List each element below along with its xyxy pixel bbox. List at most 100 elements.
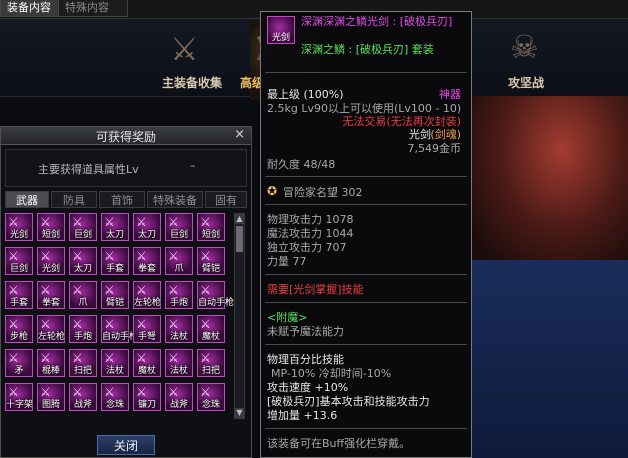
item-slot[interactable]: ⚔ 念珠 [197, 383, 225, 411]
weapon-icon: ⚔ [40, 249, 51, 263]
tab-armor[interactable]: 防具 [51, 191, 97, 208]
item-slot[interactable]: ⚔ 左轮枪 [37, 315, 65, 343]
item-slot[interactable]: ⚔ 十字架 [5, 383, 33, 411]
item-slot[interactable]: ⚔ 手套 [101, 247, 129, 275]
item-slot[interactable]: ⚔ 拳套 [37, 281, 65, 309]
tab-equipment-content[interactable]: 装备内容 [0, 0, 60, 17]
item-slot[interactable]: ⚔ 太刀 [69, 247, 97, 275]
item-slot[interactable]: ⚔ 扫把 [197, 349, 225, 377]
item-slot[interactable]: ⚔ 矛 [5, 349, 33, 377]
item-weight-level: 2.5kg Lv90以上可以使用(Lv100 - 10) [267, 102, 462, 115]
item-slot[interactable]: ⚔ 念珠 [101, 383, 129, 411]
weapon-icon: ⚔ [40, 215, 51, 229]
tab-special-content[interactable]: 特殊内容 [58, 0, 128, 17]
item-slot-label: 念珠 [201, 400, 220, 410]
crossed-swords-icon[interactable]: ⚔ [170, 30, 199, 68]
item-slot[interactable]: ⚔ 自动手枪 [101, 315, 138, 343]
item-slot-label: 手套 [9, 298, 28, 308]
weapon-icon: ⚔ [104, 283, 115, 297]
weapon-icon: ⚔ [104, 385, 115, 399]
item-durability: 耐久度 48/48 [267, 158, 336, 171]
weapon-icon: ⚔ [136, 317, 147, 331]
weapon-icon: ⚔ [200, 385, 211, 399]
item-slot[interactable]: ⚔ 战斧 [165, 383, 193, 411]
item-slot-label: 镰刀 [137, 400, 156, 410]
divider [265, 302, 467, 303]
item-slot[interactable]: ⚔ 棍棒 [37, 349, 65, 377]
item-slot[interactable]: ⚔ 爪 [69, 281, 97, 309]
weapon-icon: ⚔ [72, 249, 83, 263]
menu-siege[interactable]: 攻坚战 [508, 74, 544, 91]
skill-line-2: MP-10% 冷却时间-10% [271, 367, 392, 380]
item-type: 光剑 [409, 128, 431, 141]
item-slot[interactable]: ⚔ 手炮 [165, 281, 193, 309]
weapon-icon: ⚔ [8, 215, 19, 229]
item-slot[interactable]: ⚔ 手炮 [69, 315, 97, 343]
scroll-down-icon[interactable]: ▼ [235, 408, 244, 418]
item-slot[interactable]: ⚔ 法杖 [165, 349, 193, 377]
enchant-value: 未赋予魔法能力 [267, 325, 344, 338]
divider [265, 176, 467, 177]
grid-scrollbar[interactable]: ▲ ▼ [234, 213, 245, 419]
weapon-icon: ⚔ [40, 283, 51, 297]
scroll-thumb[interactable] [236, 226, 243, 252]
item-slot[interactable]: ⚔ 魔杖 [133, 349, 161, 377]
item-slot[interactable]: ⚔ 光剑 [5, 213, 33, 241]
tab-weapon[interactable]: 武器 [5, 191, 49, 208]
weapon-icon: ⚔ [168, 351, 179, 365]
item-slot[interactable]: ⚔ 爪 [165, 247, 193, 275]
item-slot[interactable]: ⚔ 扫把 [69, 349, 97, 377]
item-slot[interactable]: ⚔ 手套 [5, 281, 33, 309]
weapon-icon: ⚔ [8, 249, 19, 263]
item-slot[interactable]: ⚔ 臂铠 [197, 247, 225, 275]
item-slot-label: 巨剑 [169, 230, 188, 240]
item-slot[interactable]: ⚔ 左轮枪 [133, 281, 161, 309]
item-slot[interactable]: ⚔ 镰刀 [133, 383, 161, 411]
item-fame: 冒险家名望 302 [283, 186, 363, 199]
weapon-icon: ⚔ [72, 385, 83, 399]
item-slot[interactable]: ⚔ 魔杖 [197, 315, 225, 343]
item-slot[interactable]: ⚔ 手弩 [133, 315, 161, 343]
close-button[interactable]: 关闭 [97, 435, 155, 455]
weapon-icon: ⚔ [200, 215, 211, 229]
item-slot-label: 扫把 [201, 366, 220, 376]
item-slot[interactable]: ⚔ 战斧 [69, 383, 97, 411]
item-slot[interactable]: ⚔ 法杖 [101, 349, 129, 377]
tab-special-equipment[interactable]: 特殊装备 [147, 191, 203, 208]
demon-skull-icon[interactable]: ☠ [510, 28, 539, 66]
menu-main-equipment[interactable]: 主装备收集 [162, 74, 222, 91]
item-slot[interactable]: ⚔ 自动手枪 [197, 281, 234, 309]
tab-unique[interactable]: 固有 [205, 191, 247, 208]
enchant-title: <附魔> [267, 311, 308, 324]
scroll-up-icon[interactable]: ▲ [235, 214, 244, 224]
divider [265, 344, 467, 345]
window-title: 可获得奖励 [95, 130, 156, 144]
weapon-icon: ⚔ [8, 385, 19, 399]
item-slot[interactable]: ⚔ 步枪 [5, 315, 33, 343]
item-slot[interactable]: ⚔ 臂铠 [101, 281, 129, 309]
item-slot[interactable]: ⚔ 图腾 [37, 383, 65, 411]
tab-accessory[interactable]: 首饰 [99, 191, 145, 208]
item-slot-label: 光剑 [41, 264, 60, 274]
stat-independent-attack: 独立攻击力 707 [267, 241, 347, 254]
item-slot[interactable]: ⚔ 巨剑 [69, 213, 97, 241]
item-slot[interactable]: ⚔ 巨剑 [165, 213, 193, 241]
item-slot[interactable]: ⚔ 太刀 [101, 213, 129, 241]
item-slot[interactable]: ⚔ 光剑 [37, 247, 65, 275]
item-slot[interactable]: ⚔ 太刀 [133, 213, 161, 241]
item-slot-label: 法杖 [169, 366, 188, 376]
skill-line-1: 物理百分比技能 [267, 353, 344, 366]
divider [265, 428, 467, 429]
item-slot[interactable]: ⚔ 短剑 [197, 213, 225, 241]
close-icon[interactable]: × [234, 127, 245, 142]
item-slot-label: 魔杖 [137, 366, 156, 376]
item-slot[interactable]: ⚔ 短剑 [37, 213, 65, 241]
item-slot[interactable]: ⚔ 法杖 [165, 315, 193, 343]
item-slot[interactable]: ⚔ 巨剑 [5, 247, 33, 275]
weapon-icon: ⚔ [200, 283, 211, 297]
item-slot[interactable]: ⚔ 拳套 [133, 247, 161, 275]
item-slot-label: 法杖 [105, 366, 124, 376]
window-titlebar[interactable]: 可获得奖励 × [1, 127, 251, 145]
weapon-icon: ⚔ [168, 385, 179, 399]
weapon-icon: ⚔ [168, 249, 179, 263]
